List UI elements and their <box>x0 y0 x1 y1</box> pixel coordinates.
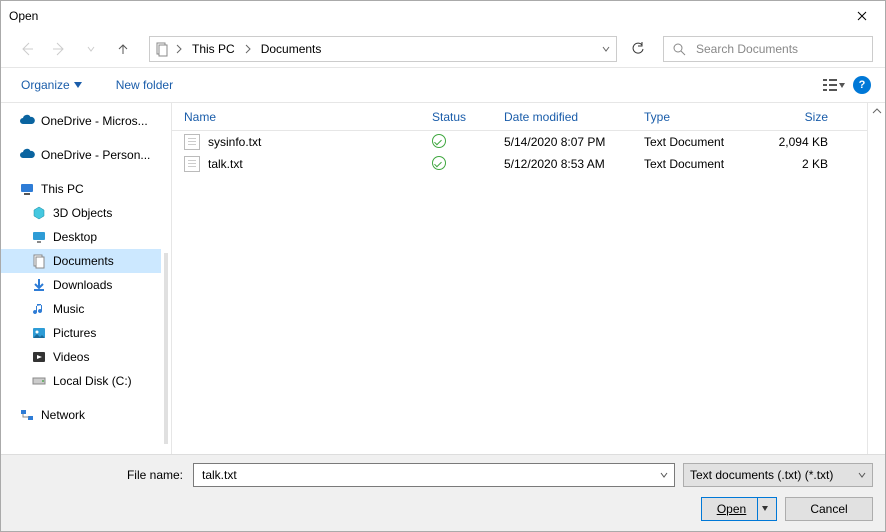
nav-tree[interactable]: OneDrive - Micros... OneDrive - Person..… <box>1 103 161 454</box>
music-icon <box>31 301 47 317</box>
header-status[interactable]: Status <box>432 110 504 124</box>
pictures-icon <box>31 325 47 341</box>
tree-desktop[interactable]: Desktop <box>1 225 161 249</box>
header-name[interactable]: Name <box>172 110 432 124</box>
arrow-up-icon <box>116 42 130 56</box>
header-type[interactable]: Type <box>644 110 770 124</box>
body: OneDrive - Micros... OneDrive - Person..… <box>1 103 885 454</box>
forward-button[interactable] <box>45 35 73 63</box>
cloud-icon <box>19 113 35 129</box>
filetype-select[interactable]: Text documents (.txt) (*.txt) <box>683 463 873 487</box>
download-icon <box>31 277 47 293</box>
list-view-icon <box>823 77 845 93</box>
tree-3dobjects[interactable]: 3D Objects <box>1 201 161 225</box>
documents-icon <box>154 41 170 57</box>
header-size[interactable]: Size <box>770 110 840 124</box>
triangle-down-icon <box>74 82 82 88</box>
titlebar: Open <box>1 1 885 31</box>
tree-onedrive-ms[interactable]: OneDrive - Micros... <box>1 109 161 133</box>
breadcrumb-documents[interactable]: Documents <box>257 40 326 58</box>
chevron-down-icon[interactable] <box>660 471 668 479</box>
search-icon <box>672 42 686 56</box>
network-icon <box>19 407 35 423</box>
arrow-right-icon <box>51 41 67 57</box>
column-headers[interactable]: Name Status Date modified Type Size <box>172 103 867 131</box>
scrollbar[interactable] <box>867 103 885 454</box>
arrow-left-icon <box>19 41 35 57</box>
tree-onedrive-personal[interactable]: OneDrive - Person... <box>1 143 161 167</box>
open-button[interactable]: Open <box>701 497 777 521</box>
tree-documents[interactable]: Documents <box>1 249 161 273</box>
navbar: This PC Documents <box>1 31 885 67</box>
tree-thispc[interactable]: This PC <box>1 177 161 201</box>
tree-pictures[interactable]: Pictures <box>1 321 161 345</box>
status-ok-icon <box>432 156 446 170</box>
open-dialog: Open This PC Documents <box>0 0 886 532</box>
tree-videos[interactable]: Videos <box>1 345 161 369</box>
address-bar[interactable]: This PC Documents <box>149 36 617 62</box>
file-row[interactable]: sysinfo.txt 5/14/2020 8:07 PM Text Docum… <box>172 131 867 153</box>
cancel-button[interactable]: Cancel <box>785 497 873 521</box>
close-button[interactable] <box>839 1 885 31</box>
back-button[interactable] <box>13 35 41 63</box>
videos-icon <box>31 349 47 365</box>
documents-icon <box>31 253 47 269</box>
pc-icon <box>19 181 35 197</box>
tree-localdisk[interactable]: Local Disk (C:) <box>1 369 161 393</box>
search-input[interactable] <box>694 41 864 57</box>
close-icon <box>857 11 867 21</box>
cube-icon <box>31 205 47 221</box>
window-title: Open <box>9 9 839 23</box>
view-options-button[interactable] <box>821 72 847 98</box>
filename-combobox[interactable] <box>193 463 675 487</box>
organize-menu[interactable]: Organize <box>15 74 88 96</box>
tree-music[interactable]: Music <box>1 297 161 321</box>
open-split-dropdown[interactable] <box>758 506 772 512</box>
chevron-up-icon <box>872 107 882 115</box>
drive-icon <box>31 373 47 389</box>
filename-input[interactable] <box>200 467 660 483</box>
desktop-icon <box>31 229 47 245</box>
chevron-down-icon[interactable] <box>602 45 610 53</box>
file-list: Name Status Date modified Type Size sysi… <box>171 103 867 454</box>
help-button[interactable]: ? <box>853 76 871 94</box>
footer: File name: Text documents (.txt) (*.txt)… <box>1 454 885 531</box>
header-date[interactable]: Date modified <box>504 110 644 124</box>
textfile-icon <box>184 156 200 172</box>
up-button[interactable] <box>109 35 137 63</box>
file-rows: sysinfo.txt 5/14/2020 8:07 PM Text Docum… <box>172 131 867 454</box>
cloud-icon <box>19 147 35 163</box>
refresh-button[interactable] <box>625 36 651 62</box>
status-ok-icon <box>432 134 446 148</box>
toolbar: Organize New folder ? <box>1 67 885 103</box>
chevron-right-icon <box>245 44 251 54</box>
textfile-icon <box>184 134 200 150</box>
splitter[interactable] <box>161 253 171 444</box>
tree-network[interactable]: Network <box>1 403 161 427</box>
filename-label: File name: <box>13 468 185 482</box>
refresh-icon <box>631 42 645 56</box>
search-box[interactable] <box>663 36 873 62</box>
file-row[interactable]: talk.txt 5/12/2020 8:53 AM Text Document… <box>172 153 867 175</box>
chevron-down-icon <box>87 45 95 53</box>
new-folder-button[interactable]: New folder <box>110 74 179 96</box>
breadcrumb-thispc[interactable]: This PC <box>188 40 239 58</box>
tree-downloads[interactable]: Downloads <box>1 273 161 297</box>
recent-dropdown[interactable] <box>77 35 105 63</box>
chevron-down-icon <box>858 471 866 479</box>
chevron-right-icon <box>176 44 182 54</box>
